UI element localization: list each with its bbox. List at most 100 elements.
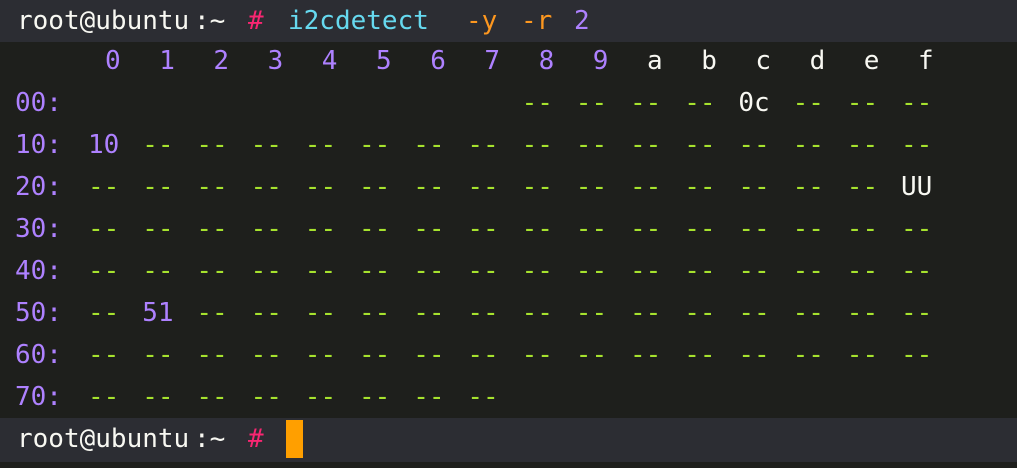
empty-address-cell: -- (196, 214, 228, 244)
empty-address-cell: -- (738, 340, 770, 370)
column-header-e: e (863, 46, 880, 76)
empty-address-cell: -- (88, 298, 120, 328)
empty-address-cell: -- (630, 172, 662, 202)
empty-address-cell: -- (630, 256, 662, 286)
empty-address-cell: -- (359, 256, 391, 286)
empty-address-cell: -- (88, 214, 120, 244)
empty-address-cell: -- (521, 172, 553, 202)
empty-address-cell: -- (467, 340, 499, 370)
empty-address-cell: -- (846, 130, 879, 160)
empty-address-cell: -- (684, 214, 716, 244)
empty-address-cell: -- (413, 256, 445, 286)
empty-address-cell: -- (630, 340, 662, 370)
empty-address-cell: -- (521, 340, 553, 370)
empty-address-cell: -- (142, 256, 174, 286)
empty-address-cell: -- (142, 172, 174, 202)
empty-address-cell: -- (846, 88, 879, 118)
empty-address-cell: -- (359, 172, 391, 202)
empty-address-cell: -- (142, 382, 174, 412)
empty-address-cell: -- (684, 130, 716, 160)
column-header-3: 3 (267, 46, 284, 76)
empty-address-cell: -- (250, 130, 282, 160)
empty-address-cell: -- (630, 88, 662, 118)
column-header-b: b (701, 46, 717, 76)
empty-address-cell: -- (792, 130, 824, 160)
empty-address-cell: -- (901, 298, 933, 328)
empty-address-cell: -- (88, 172, 120, 202)
empty-address-cell: -- (738, 256, 770, 286)
empty-address-cell: -- (88, 256, 120, 286)
empty-address-cell: -- (575, 172, 608, 202)
empty-address-cell: -- (846, 340, 879, 370)
empty-address-cell: -- (359, 298, 391, 328)
empty-address-cell: -- (521, 130, 553, 160)
row-label: 00: (15, 88, 62, 118)
empty-address-cell: -- (250, 340, 282, 370)
empty-address-cell: -- (521, 214, 553, 244)
empty-address-cell: -- (738, 298, 770, 328)
column-header-2: 2 (213, 46, 230, 76)
empty-address-cell: -- (521, 298, 553, 328)
device-address-cell: 0c (738, 88, 770, 118)
empty-address-cell: -- (467, 130, 499, 160)
empty-address-cell: -- (196, 130, 228, 160)
block-cursor-icon (286, 420, 303, 458)
column-header-7: 7 (484, 46, 501, 76)
column-header-a: a (647, 46, 663, 76)
command-line: root@ubuntu :~ # i2cdetect -y -r 2 (0, 0, 1017, 42)
empty-address-cell: -- (846, 298, 879, 328)
terminal-window[interactable]: root@ubuntu :~ # i2cdetect -y -r 2 0 1 2 3 4… (0, 0, 1017, 468)
empty-address-cell: -- (630, 130, 662, 160)
empty-address-cell: -- (575, 130, 608, 160)
empty-address-cell: -- (413, 130, 445, 160)
empty-address-cell: -- (846, 256, 879, 286)
row-label: 10: (15, 130, 62, 160)
column-header-0: 0 (105, 46, 121, 76)
empty-address-cell: -- (250, 298, 282, 328)
row-label: 60: (15, 340, 62, 370)
empty-address-cell: -- (359, 382, 391, 412)
empty-address-cell: -- (88, 340, 120, 370)
row-label: 30: (15, 214, 62, 244)
empty-address-cell: -- (413, 382, 445, 412)
empty-address-cell: -- (792, 172, 824, 202)
empty-address-cell: -- (304, 340, 337, 370)
prompt-line[interactable]: root@ubuntu :~ # (0, 418, 1017, 462)
row-label: 50: (15, 298, 62, 328)
empty-address-cell: -- (901, 340, 933, 370)
empty-address-cell: -- (413, 172, 445, 202)
empty-address-cell: -- (792, 256, 824, 286)
empty-address-cell: -- (88, 382, 120, 412)
empty-address-cell: -- (901, 214, 933, 244)
empty-address-cell: -- (738, 130, 770, 160)
empty-address-cell: -- (250, 382, 282, 412)
empty-address-cell: -- (304, 298, 337, 328)
empty-address-cell: -- (359, 130, 391, 160)
empty-address-cell: -- (630, 298, 662, 328)
row-label: 20: (15, 172, 62, 202)
command-flag-r: -r (521, 6, 553, 36)
empty-address-cell: -- (250, 256, 282, 286)
empty-address-cell: -- (196, 382, 228, 412)
empty-address-cell: -- (792, 88, 824, 118)
empty-address-cell: -- (196, 340, 228, 370)
empty-address-cell: -- (250, 172, 282, 202)
empty-address-cell: -- (467, 214, 499, 244)
empty-address-cell: -- (901, 88, 933, 118)
empty-address-cell: -- (684, 256, 716, 286)
empty-address-cell: -- (304, 256, 337, 286)
empty-address-cell: -- (467, 382, 499, 412)
empty-address-cell: -- (575, 88, 608, 118)
column-header-1: 1 (159, 46, 175, 76)
empty-address-cell: -- (575, 298, 608, 328)
empty-address-cell: -- (575, 256, 608, 286)
device-address-cell: 10 (88, 130, 120, 160)
empty-address-cell: -- (575, 214, 608, 244)
empty-address-cell: -- (901, 256, 933, 286)
empty-address-cell: -- (846, 172, 879, 202)
empty-address-cell: -- (467, 172, 499, 202)
empty-address-cell: -- (521, 256, 553, 286)
prompt-path: :~ (194, 6, 226, 36)
empty-address-cell: -- (575, 340, 608, 370)
empty-address-cell: -- (684, 172, 716, 202)
